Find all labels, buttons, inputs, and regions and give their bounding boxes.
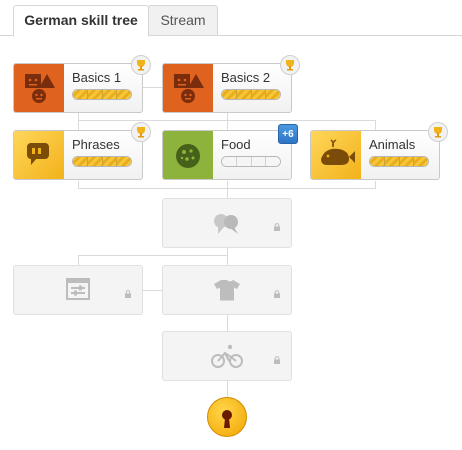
faces-shapes-icon — [14, 64, 64, 112]
skill-progress-bar — [369, 156, 429, 167]
skill-progress-bar — [72, 156, 132, 167]
speech-bubble-icon — [14, 131, 64, 179]
lock-icon — [125, 290, 131, 298]
keyhole-icon — [222, 410, 232, 428]
skill-basics-2[interactable]: Basics 2 — [162, 55, 300, 113]
tab-stream[interactable]: Stream — [148, 5, 218, 36]
trophy-icon — [428, 122, 448, 142]
pizza-icon — [163, 131, 213, 179]
locked-skill — [162, 198, 292, 248]
trophy-icon — [131, 122, 151, 142]
skill-name: Animals — [369, 137, 416, 152]
keyhole-checkpoint-button[interactable] — [207, 397, 247, 437]
new-words-badge: +6 — [278, 124, 298, 144]
skill-progress-bar — [221, 89, 281, 100]
skill-name: Basics 1 — [72, 70, 122, 85]
skill-basics-1[interactable]: Basics 1 — [13, 55, 151, 113]
skill-name: Phrases — [72, 137, 120, 152]
trophy-icon — [131, 55, 151, 75]
shirt-icon — [210, 277, 244, 303]
tab-bar: German skill tree Stream — [0, 0, 462, 37]
skill-progress-bar — [72, 89, 132, 100]
locked-skill — [13, 265, 143, 315]
faces-shapes-icon — [163, 64, 213, 112]
locked-skill — [162, 265, 292, 315]
bicycle-icon — [210, 343, 244, 369]
tab-german-skill-tree[interactable]: German skill tree — [13, 5, 149, 37]
skill-phrases[interactable]: Phrases — [13, 122, 151, 180]
lock-icon — [274, 290, 280, 298]
speech-bubbles-icon — [210, 210, 244, 236]
trophy-icon — [280, 55, 300, 75]
skill-name: Basics 2 — [221, 70, 271, 85]
lock-icon — [274, 223, 280, 231]
form-icon — [61, 277, 95, 303]
whale-icon — [311, 131, 361, 179]
skill-name: Food — [221, 137, 251, 152]
skill-progress-bar — [221, 156, 281, 167]
skill-food[interactable]: Food +6 — [162, 124, 298, 180]
lock-icon — [274, 356, 280, 364]
locked-skill — [162, 331, 292, 381]
skill-animals[interactable]: Animals — [310, 122, 448, 180]
